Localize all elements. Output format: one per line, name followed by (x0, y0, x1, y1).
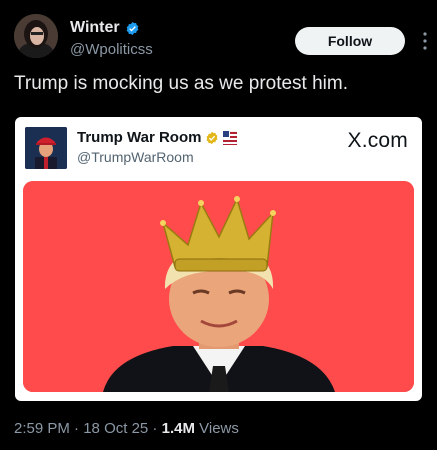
avatar-image (14, 14, 58, 58)
views-label: Views (194, 420, 239, 437)
tweet-time[interactable]: 2:59 PM (14, 420, 70, 437)
tweet-date[interactable]: 18 Oct 25 (83, 420, 148, 437)
quoted-names: Trump War Room @TrumpWarRoom (77, 129, 238, 165)
gold-verified-badge-icon (207, 131, 218, 144)
follow-button[interactable]: Follow (295, 27, 405, 55)
quoted-display-name[interactable]: Trump War Room (77, 129, 201, 146)
author-display-name-row[interactable]: Winter (70, 19, 153, 37)
crowned-portrait-image (23, 181, 414, 392)
quoted-handle[interactable]: @TrumpWarRoom (77, 149, 237, 165)
quoted-avatar[interactable] (25, 127, 67, 169)
author-display-name[interactable]: Winter (70, 19, 120, 37)
tweet-header: Winter @Wpoliticss Follow (14, 14, 427, 66)
x-com-label[interactable]: X.com (347, 129, 408, 153)
quoted-tweet-card[interactable]: Trump War Room @TrumpWarRoom X.com (15, 117, 422, 401)
meta-separator: · (69, 420, 84, 437)
author-names: Winter @Wpoliticss (70, 19, 153, 58)
tweet-text: Trump is mocking us as we protest him. (14, 73, 349, 94)
quoted-display-name-row[interactable]: Trump War Room (77, 129, 238, 146)
affiliate-flag-icon (223, 130, 238, 145)
more-options-icon[interactable] (423, 32, 427, 50)
quoted-media-image[interactable] (23, 181, 414, 392)
verified-badge-icon (126, 21, 138, 35)
author-handle[interactable]: @Wpoliticss (70, 41, 153, 58)
tweet-meta: 2:59 PM · 18 Oct 25 · 1.4M Views (14, 420, 239, 437)
author-avatar[interactable] (14, 14, 58, 58)
views-count: 1.4M (161, 420, 195, 437)
quoted-avatar-image (25, 127, 67, 169)
meta-separator: · (148, 420, 162, 437)
